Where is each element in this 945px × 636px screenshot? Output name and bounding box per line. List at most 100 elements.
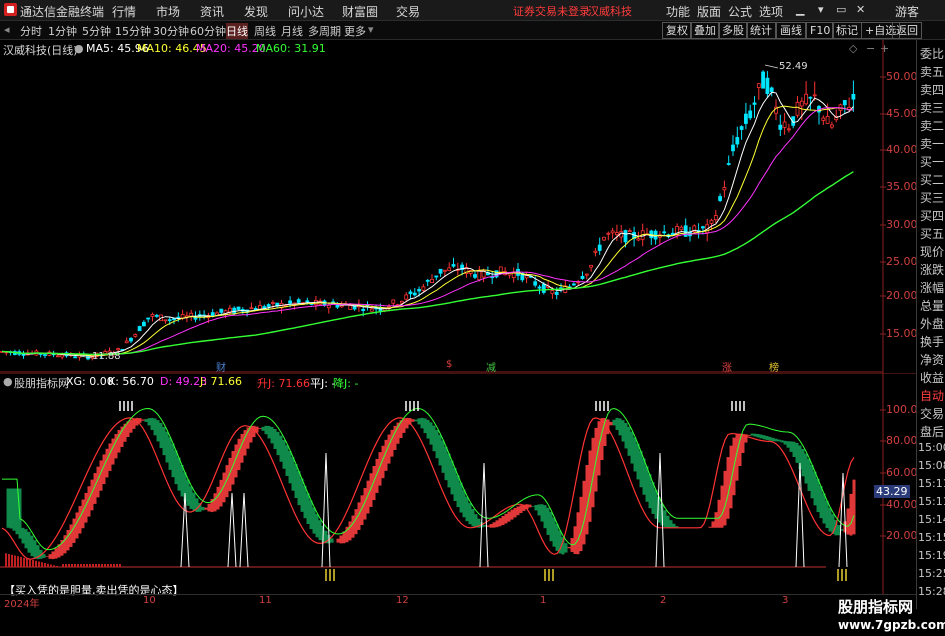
period-daily[interactable]: 日线: [226, 23, 248, 39]
candle-body: [151, 314, 154, 316]
close-icon[interactable]: ✕: [856, 3, 865, 16]
main-y-tick: 40.00: [886, 143, 918, 156]
restore-icon[interactable]: ▭: [836, 3, 846, 16]
candle-body: [409, 292, 412, 294]
side-panel-item: 换手: [920, 333, 944, 350]
candle-body: [830, 125, 833, 127]
period-5min[interactable]: 5分钟: [82, 23, 111, 39]
signal-spike: [228, 493, 236, 567]
volume-bar: [80, 564, 82, 567]
indicator-y-tick: 60.00: [886, 466, 918, 479]
main-y-tick: 20.00: [886, 289, 918, 302]
period-60min[interactable]: 60分钟: [190, 23, 226, 39]
candle-body: [56, 356, 59, 357]
candle-body: [61, 355, 64, 357]
candle-body: [779, 125, 782, 129]
candle-body: [220, 309, 223, 312]
candle-body: [719, 197, 722, 201]
volume-bar: [26, 559, 28, 568]
candle-body: [130, 338, 133, 341]
f10-button[interactable]: F10: [806, 22, 834, 39]
period-weekly[interactable]: 周线: [254, 23, 276, 39]
dropdown-icon[interactable]: ▾: [818, 3, 824, 16]
ma-line: [2, 106, 853, 356]
fuquan-button[interactable]: 复权: [662, 22, 692, 39]
menu-shichang[interactable]: 市场: [156, 3, 180, 20]
candle-body: [624, 230, 627, 241]
menu-gongneng[interactable]: 功能: [666, 3, 690, 20]
side-panel-item: 委比: [920, 45, 944, 62]
kline-chart-panel[interactable]: 汉威科技(日线) ● MA5: 45.96 MA10: 46.45 MA20: …: [0, 40, 916, 373]
period-fenshi[interactable]: 分时: [20, 23, 42, 39]
candle-body: [581, 276, 584, 278]
candle-body: [701, 227, 704, 228]
event-marker[interactable]: 涨: [722, 359, 732, 374]
event-marker[interactable]: 财: [216, 359, 226, 374]
menu-banmian[interactable]: 版面: [697, 3, 721, 20]
menu-hangqing[interactable]: 行情: [112, 3, 136, 20]
event-marker[interactable]: 榜: [769, 359, 779, 374]
side-panel-item: 外盘: [920, 315, 944, 332]
side-panel-item: 卖五: [920, 63, 944, 80]
candle-body: [336, 305, 339, 307]
candle-body: [474, 275, 477, 278]
volume-bar: [104, 564, 106, 567]
menu-zixun[interactable]: 资讯: [200, 3, 224, 20]
candle-body: [306, 301, 309, 302]
event-marker[interactable]: $: [446, 359, 452, 370]
menu-faxian[interactable]: 发现: [244, 3, 268, 20]
volume-bar: [29, 559, 31, 567]
menu-xuanxiang[interactable]: 选项: [759, 3, 783, 20]
menu-wenxiaoda[interactable]: 问小达: [288, 3, 324, 20]
period-multi[interactable]: 多周期: [308, 23, 341, 39]
candle-body: [615, 233, 618, 235]
watermark: 股朋指标网 www.7gpzb.com: [838, 596, 942, 636]
candle-body: [572, 284, 575, 285]
collapse-icon[interactable]: ◂: [4, 23, 10, 36]
candle-body: [125, 341, 128, 343]
period-more[interactable]: 更多: [344, 23, 366, 39]
signal-spike: [240, 493, 248, 567]
period-30min[interactable]: 30分钟: [153, 23, 189, 39]
side-panel-item: 15:15: [918, 531, 945, 544]
candle-body: [744, 114, 747, 123]
top-stock-name: 汉威科技: [588, 3, 632, 19]
minimize-icon[interactable]: ▁: [796, 3, 804, 16]
period-1min[interactable]: 1分钟: [48, 23, 77, 39]
candle-body: [628, 231, 631, 232]
app-title: 通达信金融终端: [20, 3, 104, 20]
period-monthly[interactable]: 月线: [281, 23, 303, 39]
menu-jiaoyi[interactable]: 交易: [396, 3, 420, 20]
candle-body: [327, 305, 330, 307]
volume-bar: [74, 564, 76, 567]
low-price-label: 11.88: [92, 351, 121, 362]
ma-line: [2, 172, 853, 355]
indicator-y-tick: 40.00: [886, 498, 918, 511]
volume-bar: [41, 562, 43, 567]
trade-login-notice[interactable]: 证券交易未登录: [513, 3, 590, 19]
draw-button[interactable]: 画线: [776, 22, 806, 39]
event-marker[interactable]: 减: [486, 359, 496, 374]
candle-body: [680, 227, 683, 230]
guest-label[interactable]: 游客: [895, 3, 919, 20]
mark-button[interactable]: 标记: [832, 22, 862, 39]
candle-body: [852, 94, 855, 99]
more-chevron-icon[interactable]: ▾: [368, 23, 374, 36]
candle-body: [538, 287, 541, 288]
candle-body: [723, 188, 726, 190]
back-button[interactable]: 返回: [892, 22, 922, 39]
menu-caifuquan[interactable]: 财富圈: [342, 3, 378, 20]
overlay-button[interactable]: 叠加: [690, 22, 720, 39]
candle-body: [267, 305, 270, 307]
side-panel-item: 买二: [920, 171, 944, 188]
multi-stock-button[interactable]: 多股: [718, 22, 748, 39]
stats-button[interactable]: 统计: [746, 22, 776, 39]
volume-bar: [50, 565, 52, 568]
side-panel-item: 15:25: [918, 567, 945, 580]
candle-body: [796, 102, 799, 115]
ma-line: [2, 92, 853, 356]
period-15min[interactable]: 15分钟: [115, 23, 151, 39]
menu-gongshi[interactable]: 公式: [728, 3, 752, 20]
x-axis-label: 10: [143, 595, 156, 606]
indicator-panel[interactable]: ● 股朋指标网 XG: 0.00K: 56.70D: 49.23J: 71.66…: [0, 373, 916, 595]
